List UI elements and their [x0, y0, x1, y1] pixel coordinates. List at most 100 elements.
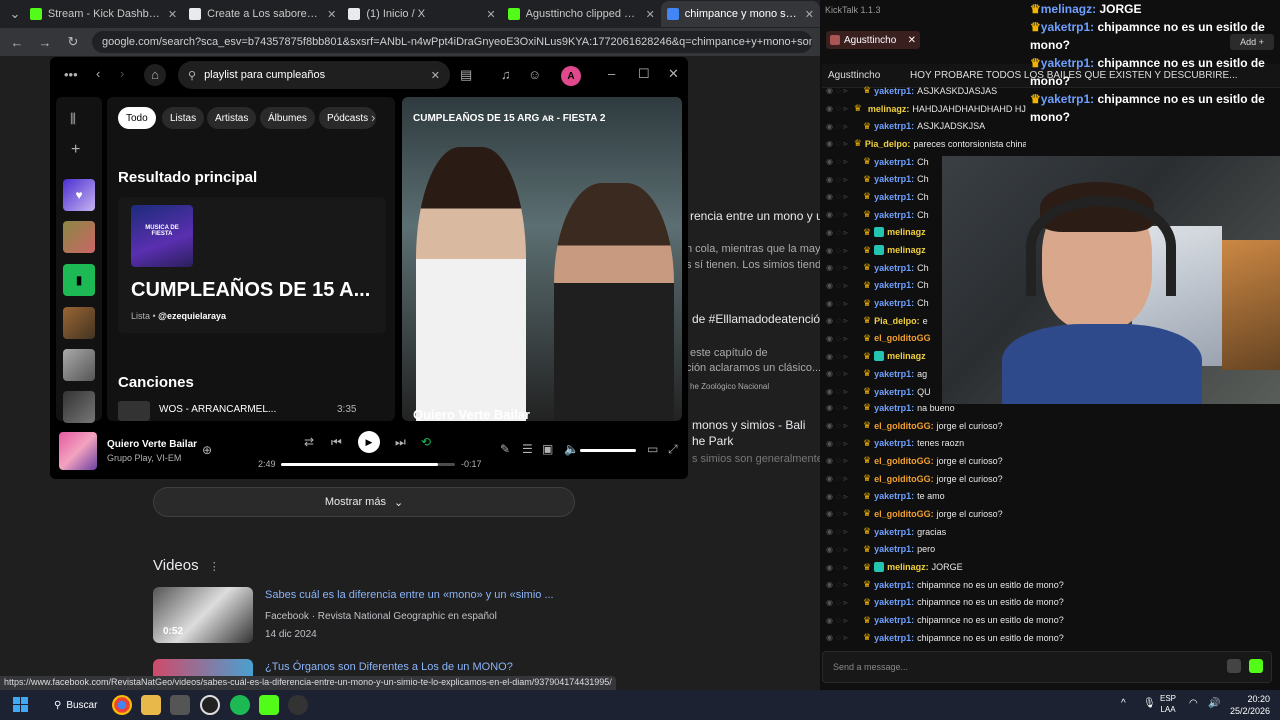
- player-cover[interactable]: [59, 432, 97, 470]
- chat-username[interactable]: yaketrp1:: [874, 192, 914, 202]
- clear-icon[interactable]: ✕: [431, 69, 440, 82]
- snippet[interactable]: de #Elllamadodeatención: [692, 312, 820, 326]
- video-result[interactable]: ¿Tus Órganos son Diferentes a Los de un …: [153, 659, 573, 677]
- shuffle-icon[interactable]: ⇄: [304, 435, 314, 449]
- maximize-icon[interactable]: ☐: [638, 66, 650, 82]
- close-icon[interactable]: ✕: [668, 66, 679, 82]
- kick-icon[interactable]: [259, 695, 279, 715]
- mod-actions-icon[interactable]: ◉◌▹: [826, 563, 860, 572]
- mod-actions-icon[interactable]: ◉◌▹: [826, 246, 860, 255]
- clock[interactable]: 20:20 25/2/2026: [1226, 693, 1270, 717]
- chat-message[interactable]: ◉◌▹ ♛ yaketrp1: te amo: [826, 487, 1280, 505]
- chat-username[interactable]: el_golditoGG:: [874, 474, 934, 484]
- chat-message[interactable]: ◉◌▹ ♛ Pia_delpo: pareces contorsionista chi…: [826, 135, 1026, 153]
- volume-icon[interactable]: 🔊: [1208, 698, 1220, 709]
- address-bar[interactable]: google.com/search?sca_esv=b74357875f8bb8…: [92, 31, 812, 53]
- volume-icon[interactable]: 🔈: [564, 442, 579, 456]
- close-tab-icon[interactable]: ✕: [168, 8, 177, 21]
- avatar[interactable]: A: [561, 66, 581, 86]
- library-item[interactable]: [63, 391, 95, 423]
- app-icon[interactable]: [170, 695, 190, 715]
- chat-username[interactable]: yaketrp1:: [874, 121, 914, 131]
- mod-actions-icon[interactable]: ◉◌▹: [826, 527, 860, 536]
- forward-icon[interactable]: ›: [120, 66, 124, 81]
- friends-icon[interactable]: ☺: [528, 67, 541, 82]
- back-icon[interactable]: ‹: [96, 66, 100, 81]
- mod-actions-icon[interactable]: ◉◌▹: [826, 334, 860, 343]
- video-thumbnail[interactable]: 0:52: [153, 587, 253, 643]
- chat-input[interactable]: Send a message...: [822, 651, 1272, 683]
- mod-actions-icon[interactable]: ◉◌▹: [826, 210, 860, 219]
- chat-username[interactable]: yaketrp1:: [874, 438, 914, 448]
- mod-actions-icon[interactable]: ◉◌▹: [826, 439, 860, 448]
- obs-icon[interactable]: [200, 695, 220, 715]
- chat-username[interactable]: yaketrp1:: [874, 298, 914, 308]
- start-icon[interactable]: [13, 697, 29, 713]
- library-item[interactable]: [63, 307, 95, 339]
- chat-username[interactable]: melinagz:: [887, 562, 929, 572]
- mod-actions-icon[interactable]: ◉◌▹: [826, 299, 860, 308]
- chat-username[interactable]: melinagz: [887, 245, 926, 255]
- file-explorer-icon[interactable]: [141, 695, 161, 715]
- chat-message[interactable]: ◉◌▹ ♛ yaketrp1: gracias: [826, 523, 1280, 541]
- more-vert-icon[interactable]: ⋮: [209, 561, 220, 573]
- next-icon[interactable]: ⏭: [395, 435, 406, 450]
- player-artist[interactable]: Grupo Play, VI-EM: [107, 453, 181, 463]
- tab-search-icon[interactable]: ⌄: [6, 6, 24, 22]
- chat-message[interactable]: ◉◌▹ ♛ el_golditoGG: jorge el curioso?: [826, 452, 1280, 470]
- chat-message[interactable]: ◉◌▹ ♛ yaketrp1: chipamnce no es un esitlo d…: [826, 576, 1280, 594]
- add-icon[interactable]: +: [71, 141, 80, 159]
- mod-actions-icon[interactable]: ◉◌▹: [826, 545, 860, 554]
- chat-message[interactable]: ◉◌▹ ♛ el_golditoGG: jorge el curioso?: [826, 470, 1280, 488]
- filter-chip[interactable]: Listas: [162, 107, 205, 129]
- filter-chip[interactable]: Pódcasts: [319, 107, 377, 129]
- chat-message[interactable]: ◉◌▹ ♛ yaketrp1: chipamnce no es un esitlo d…: [826, 629, 1280, 647]
- chat-username[interactable]: yaketrp1:: [874, 263, 914, 273]
- mod-actions-icon[interactable]: ◉◌▹: [826, 175, 860, 184]
- mod-actions-icon[interactable]: ◉◌▹: [826, 580, 860, 589]
- chat-username[interactable]: yaketrp1:: [874, 597, 914, 607]
- repeat-icon[interactable]: ⟲: [421, 435, 431, 449]
- mod-actions-icon[interactable]: ◉◌▹: [826, 263, 860, 272]
- video-title[interactable]: ¿Tus Órganos son Diferentes a Los de un …: [265, 661, 513, 673]
- library-item[interactable]: [63, 349, 95, 381]
- chat-username[interactable]: el_golditoGG:: [874, 509, 934, 519]
- chat-message[interactable]: ◉◌▹ ♛ yaketrp1: tenes raozn: [826, 434, 1280, 452]
- browser-tab[interactable]: Agusttincho clipped by sAz000 ✕: [502, 1, 661, 27]
- progress-bar[interactable]: [281, 463, 455, 466]
- play-button[interactable]: ▶: [358, 431, 380, 453]
- home-icon[interactable]: ⌂: [144, 64, 166, 86]
- mod-actions-icon[interactable]: ◉◌▹: [826, 421, 860, 430]
- filter-chip[interactable]: Todo: [118, 107, 156, 129]
- chat-message[interactable]: ◉◌▹ ♛ yaketrp1: chipamnce no es un esitlo d…: [826, 594, 1280, 612]
- back-icon[interactable]: ←: [8, 35, 26, 50]
- chevron-right-icon[interactable]: ›: [371, 110, 375, 125]
- chat-message[interactable]: ◉◌▹ ♛ el_golditoGG: jorge el curioso?: [826, 417, 1280, 435]
- chat-username[interactable]: yaketrp1:: [874, 403, 914, 413]
- show-more-button[interactable]: Mostrar más ⌄: [153, 487, 575, 517]
- reload-icon[interactable]: ↻: [64, 34, 82, 50]
- channel-tab[interactable]: Agusttincho ✕: [826, 31, 920, 49]
- forward-icon[interactable]: →: [36, 35, 54, 50]
- chat-username[interactable]: el_golditoGG:: [874, 421, 934, 431]
- wifi-icon[interactable]: ◠: [1189, 698, 1198, 709]
- mod-actions-icon[interactable]: ◉◌▹: [826, 228, 860, 237]
- chat-message[interactable]: ◉◌▹ ♛ yaketrp1: ASJKASKDJASJAS: [826, 82, 1026, 100]
- mod-actions-icon[interactable]: ◉◌▹: [826, 387, 860, 396]
- lyrics-icon[interactable]: ✎: [500, 442, 510, 456]
- kick-emote-icon[interactable]: [1249, 659, 1263, 673]
- browser-tab[interactable]: (1) Inicio / X ✕: [342, 1, 501, 27]
- miniplayer-icon[interactable]: ▭: [647, 442, 658, 456]
- close-tab-icon[interactable]: ✕: [486, 8, 495, 21]
- mod-actions-icon[interactable]: ◉◌▹: [826, 616, 860, 625]
- mod-actions-icon[interactable]: ◉◌▹: [826, 139, 851, 148]
- chat-username[interactable]: yaketrp1:: [874, 544, 914, 554]
- chat-username[interactable]: melinagz:: [868, 104, 910, 114]
- chat-username[interactable]: yaketrp1:: [874, 633, 914, 643]
- filter-chip[interactable]: Álbumes: [260, 107, 315, 129]
- mod-actions-icon[interactable]: ◉◌▹: [826, 492, 860, 501]
- chat-message[interactable]: ◉◌▹ ♛ melinagz: HAHDJAHDHAHDHAHD HJD: [826, 100, 1026, 118]
- chevron-up-icon[interactable]: ^: [1121, 698, 1126, 709]
- video-title[interactable]: Sabes cuál es la diferencia entre un «mo…: [265, 589, 554, 601]
- minimize-icon[interactable]: –: [608, 66, 615, 81]
